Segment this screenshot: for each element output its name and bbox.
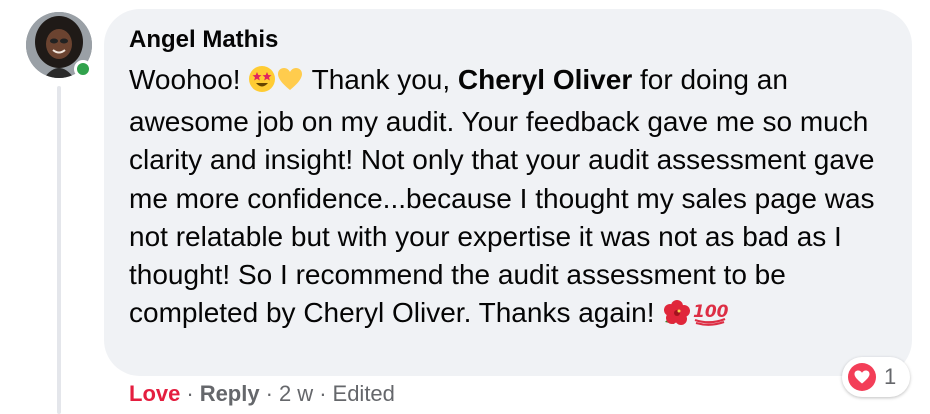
reply-button[interactable]: Reply — [200, 381, 260, 406]
reaction-count: 1 — [884, 364, 897, 389]
love-button[interactable]: Love — [129, 381, 180, 406]
separator: · — [186, 381, 194, 406]
star-struck-emoji-icon — [248, 65, 276, 103]
separator: · — [265, 381, 273, 406]
timestamp[interactable]: 2 w — [279, 381, 313, 406]
hundred-points-emoji-icon: 100 — [692, 298, 729, 336]
comment-actions: Love · Reply · 2 w · Edited — [129, 379, 395, 409]
yellow-heart-emoji-icon — [276, 65, 304, 103]
thread-line — [57, 86, 61, 414]
comment-bubble: Angel Mathis Woohoo! Thank you, Cheryl O… — [104, 9, 912, 376]
love-reaction-icon — [848, 363, 876, 391]
author-name[interactable]: Angel Mathis — [129, 25, 888, 55]
separator: · — [319, 381, 327, 406]
hibiscus-emoji-icon — [662, 298, 692, 336]
comment-text-part: Thank you, — [304, 64, 458, 95]
comment-text: Woohoo! Thank you, Cheryl Oliver for doi… — [129, 61, 888, 336]
reaction-summary[interactable]: 1 — [842, 357, 910, 397]
comment-text-part: Woohoo! — [129, 64, 249, 95]
avatar-container[interactable] — [26, 12, 92, 78]
comment-text-part: for doing an awesome job on my audit. Yo… — [129, 64, 875, 329]
edited-label[interactable]: Edited — [333, 381, 395, 406]
online-status-indicator — [74, 60, 92, 78]
mention-link[interactable]: Cheryl Oliver — [458, 64, 632, 95]
